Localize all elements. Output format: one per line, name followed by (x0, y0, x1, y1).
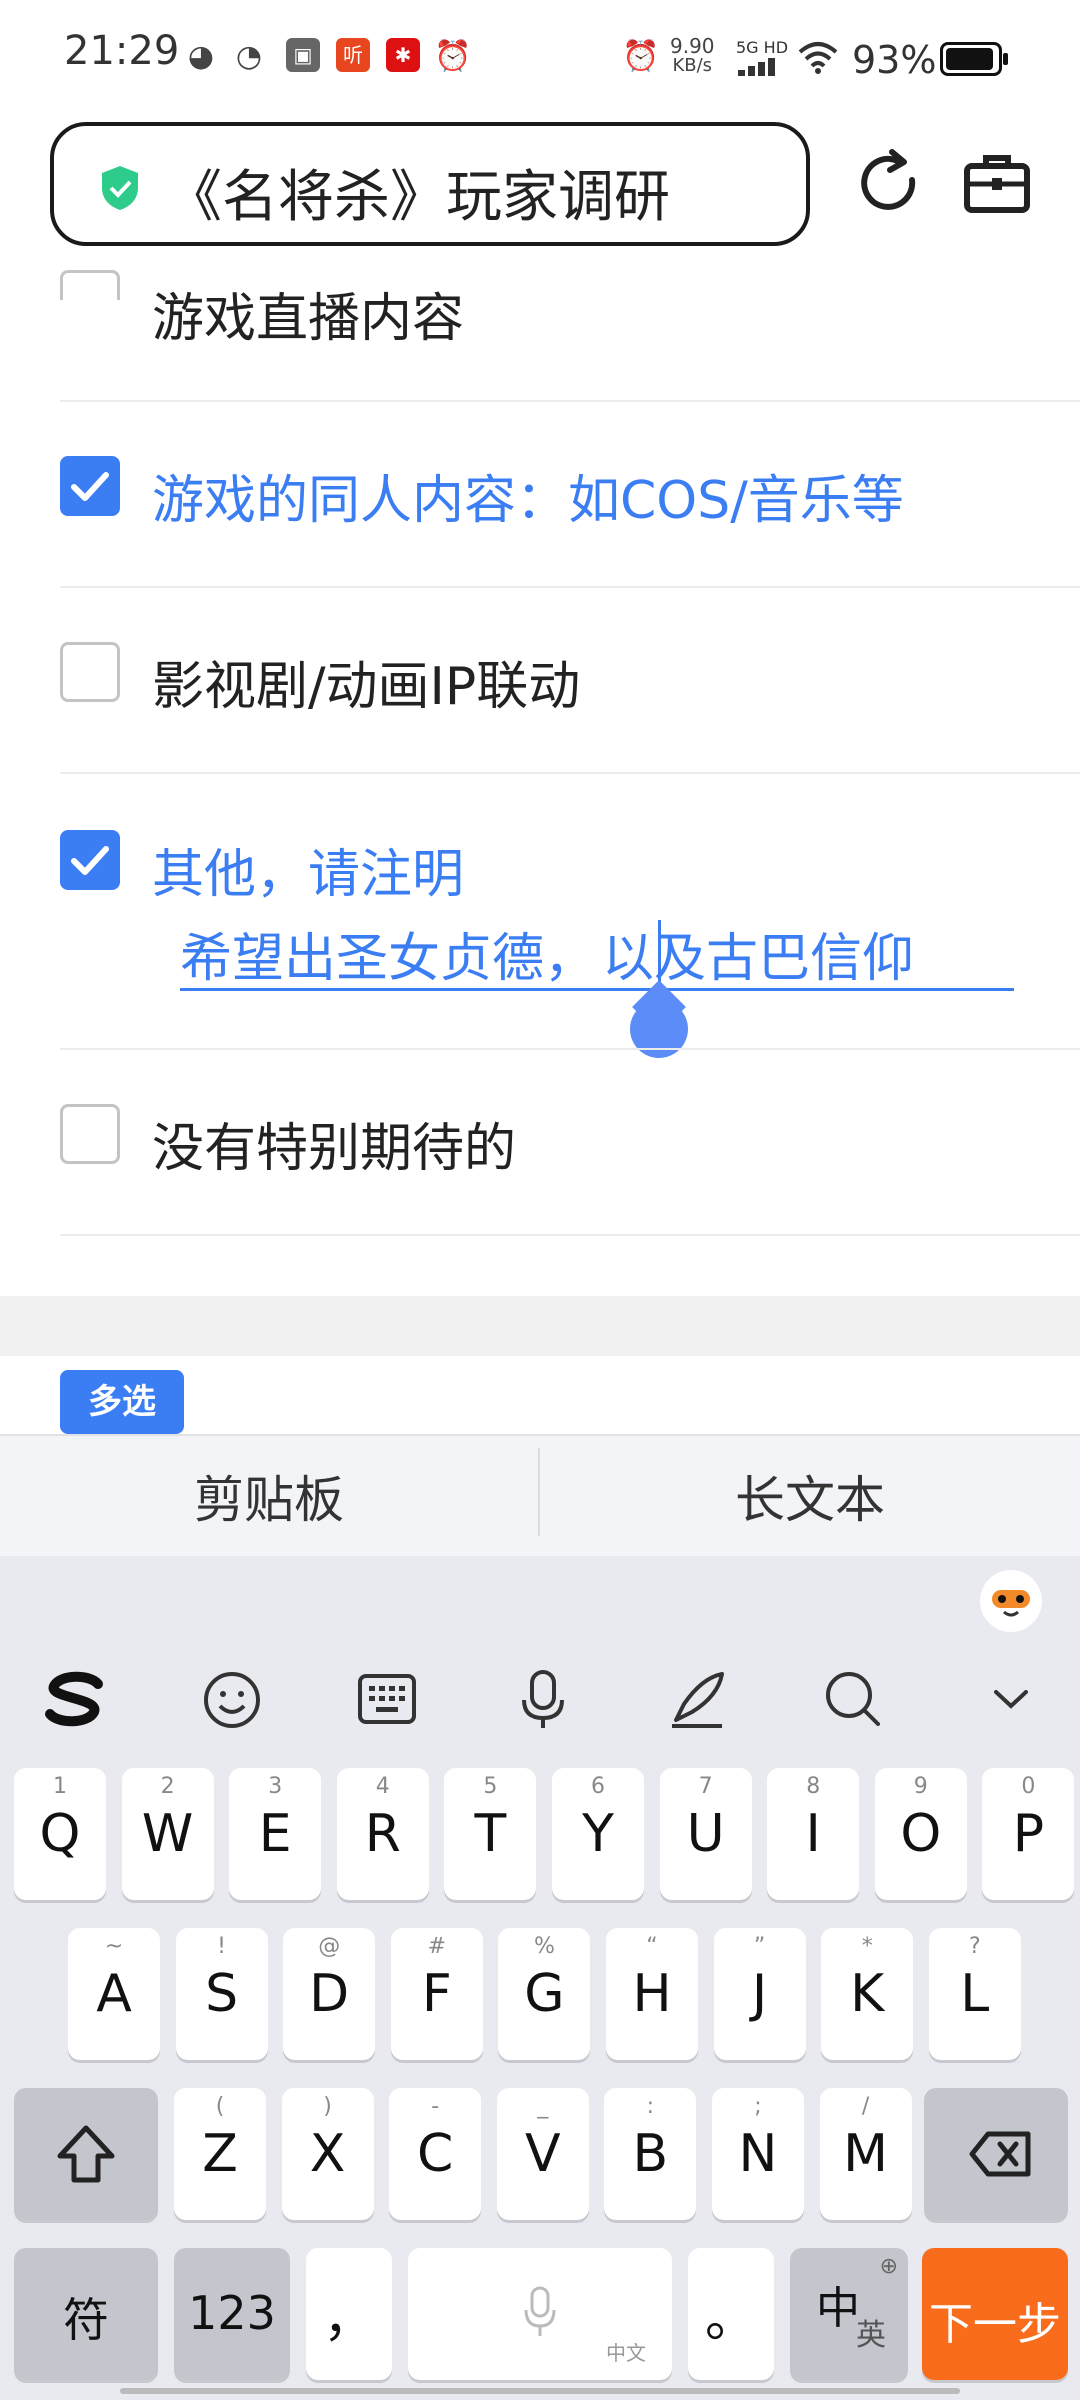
space-key[interactable]: 中文 (408, 2248, 672, 2380)
security-shield-icon (102, 166, 138, 210)
emoji-icon[interactable] (198, 1664, 268, 1734)
battery-percent: 93% (852, 38, 937, 82)
key-c[interactable]: -C (389, 2088, 482, 2220)
option-checkbox-fan-content[interactable] (60, 456, 120, 516)
option-label-ip-collab[interactable]: 影视剧/动画IP联动 (152, 644, 580, 719)
key-v[interactable]: _ V (496, 2088, 589, 2220)
key-q[interactable]: 1Q (14, 1768, 106, 1900)
globe-icon: ⊕ (879, 2254, 898, 2279)
sogou-logo-icon[interactable] (40, 1664, 110, 1734)
status-time: 21:29 (64, 28, 180, 74)
key-u[interactable]: 7U (659, 1768, 752, 1900)
option-checkbox-other[interactable] (60, 830, 120, 890)
multi-select-badge: 多选 (60, 1370, 184, 1434)
backspace-key[interactable] (924, 2088, 1068, 2220)
next-step-key[interactable]: 下一步 (922, 2248, 1068, 2380)
study-app-icon: ✱ (386, 38, 420, 72)
other-input-text: 希望出圣女贞德， 以及古巴信仰 (180, 929, 915, 989)
toolbox-icon[interactable] (962, 148, 1032, 218)
url-title-bar[interactable]: 《名将杀》玩家调研 (50, 122, 810, 246)
home-indicator (120, 2388, 960, 2394)
handwriting-icon[interactable] (662, 1664, 732, 1734)
key-f[interactable]: # F (390, 1928, 483, 2060)
divider (60, 586, 1080, 588)
option-label-live[interactable]: 游戏直播内容 (152, 276, 464, 351)
space-mic-icon (524, 2286, 556, 2336)
chevron-down-icon[interactable] (976, 1664, 1046, 1734)
search-icon[interactable] (818, 1664, 888, 1734)
option-checkbox-ip-collab[interactable] (60, 642, 120, 702)
key-y[interactable]: 6Y (552, 1768, 644, 1900)
divider (60, 772, 1080, 774)
key-h[interactable]: “H (606, 1928, 698, 2060)
divider (60, 400, 1080, 402)
option-checkbox-none[interactable] (60, 1104, 120, 1164)
alarm-status-icon: ⏰ (622, 39, 660, 74)
option-label-other[interactable]: 其他，请注明 (152, 832, 464, 907)
period-key[interactable]: 。 (688, 2248, 774, 2380)
clipboard-button[interactable]: 剪贴板 (0, 1460, 538, 1532)
numbers-key[interactable]: 123 (174, 2248, 290, 2380)
alarm-icon: ⏰ (434, 39, 472, 74)
weibo-icon: ◕ (187, 39, 215, 74)
key-j[interactable]: ” J (713, 1928, 806, 2060)
key-g[interactable]: % G (498, 1928, 591, 2060)
battery-icon (940, 42, 1008, 76)
divider (60, 1048, 1080, 1050)
symbols-key[interactable]: 符 (14, 2248, 158, 2380)
key-e[interactable]: 3E (229, 1768, 322, 1900)
signal-icon (738, 58, 775, 76)
listen-app-icon: 听 (336, 38, 370, 72)
key-p[interactable]: 0P (982, 1768, 1075, 1900)
wifi-icon (798, 42, 838, 74)
key-w[interactable]: 2W (121, 1768, 214, 1900)
key-i[interactable]: 8I (767, 1768, 860, 1900)
wechat-icon: ◔ (235, 39, 263, 74)
signal-label: 5G HD (736, 38, 789, 57)
comma-key[interactable]: ， (306, 2248, 392, 2380)
key-x[interactable]: ) X (281, 2088, 374, 2220)
question-separator (0, 1296, 1080, 1356)
other-specify-input[interactable]: 希望出圣女贞德， 以及古巴信仰 (180, 912, 1014, 991)
keyboard-mascot-icon[interactable] (980, 1570, 1042, 1632)
backspace-icon (969, 2131, 1031, 2177)
keyboard-layout-icon[interactable] (352, 1664, 422, 1734)
key-z[interactable]: (Z (174, 2088, 266, 2220)
net-speed: 9.90 KB/s (670, 34, 715, 76)
page-title: 《名将杀》玩家调研 (166, 165, 670, 230)
key-a[interactable]: ~ A (68, 1928, 160, 2060)
shift-key[interactable] (14, 2088, 158, 2220)
key-d[interactable]: @ D (283, 1928, 376, 2060)
long-text-button[interactable]: 长文本 (540, 1460, 1080, 1532)
shift-icon (57, 2125, 115, 2183)
divider (60, 1234, 1080, 1236)
key-n[interactable]: ; N (712, 2088, 804, 2220)
key-r[interactable]: 4R (336, 1768, 429, 1900)
key-l[interactable]: ? L (928, 1928, 1021, 2060)
app-notification-icon: ▣ (286, 38, 320, 72)
key-o[interactable]: 9O (874, 1768, 967, 1900)
language-switch-key[interactable]: 中 英 ⊕ (790, 2248, 908, 2380)
microphone-icon[interactable] (508, 1664, 578, 1734)
key-k[interactable]: * K (821, 1928, 914, 2060)
option-label-fan-content[interactable]: 游戏的同人内容：如COS/音乐等 (152, 458, 904, 533)
option-checkbox-live[interactable] (60, 270, 120, 300)
key-t[interactable]: 5T (444, 1768, 537, 1900)
option-label-none[interactable]: 没有特别期待的 (152, 1106, 516, 1181)
refresh-icon[interactable] (854, 148, 924, 218)
status-bar: 21:29 ◕ ◔ ▣ 听 ✱ ⏰ ⏰ 9.90 KB/s 5G HD 93% (0, 0, 1080, 110)
key-s[interactable]: ! S (175, 1928, 268, 2060)
key-m[interactable]: / M (819, 2088, 912, 2220)
key-b[interactable]: :B (604, 2088, 697, 2220)
